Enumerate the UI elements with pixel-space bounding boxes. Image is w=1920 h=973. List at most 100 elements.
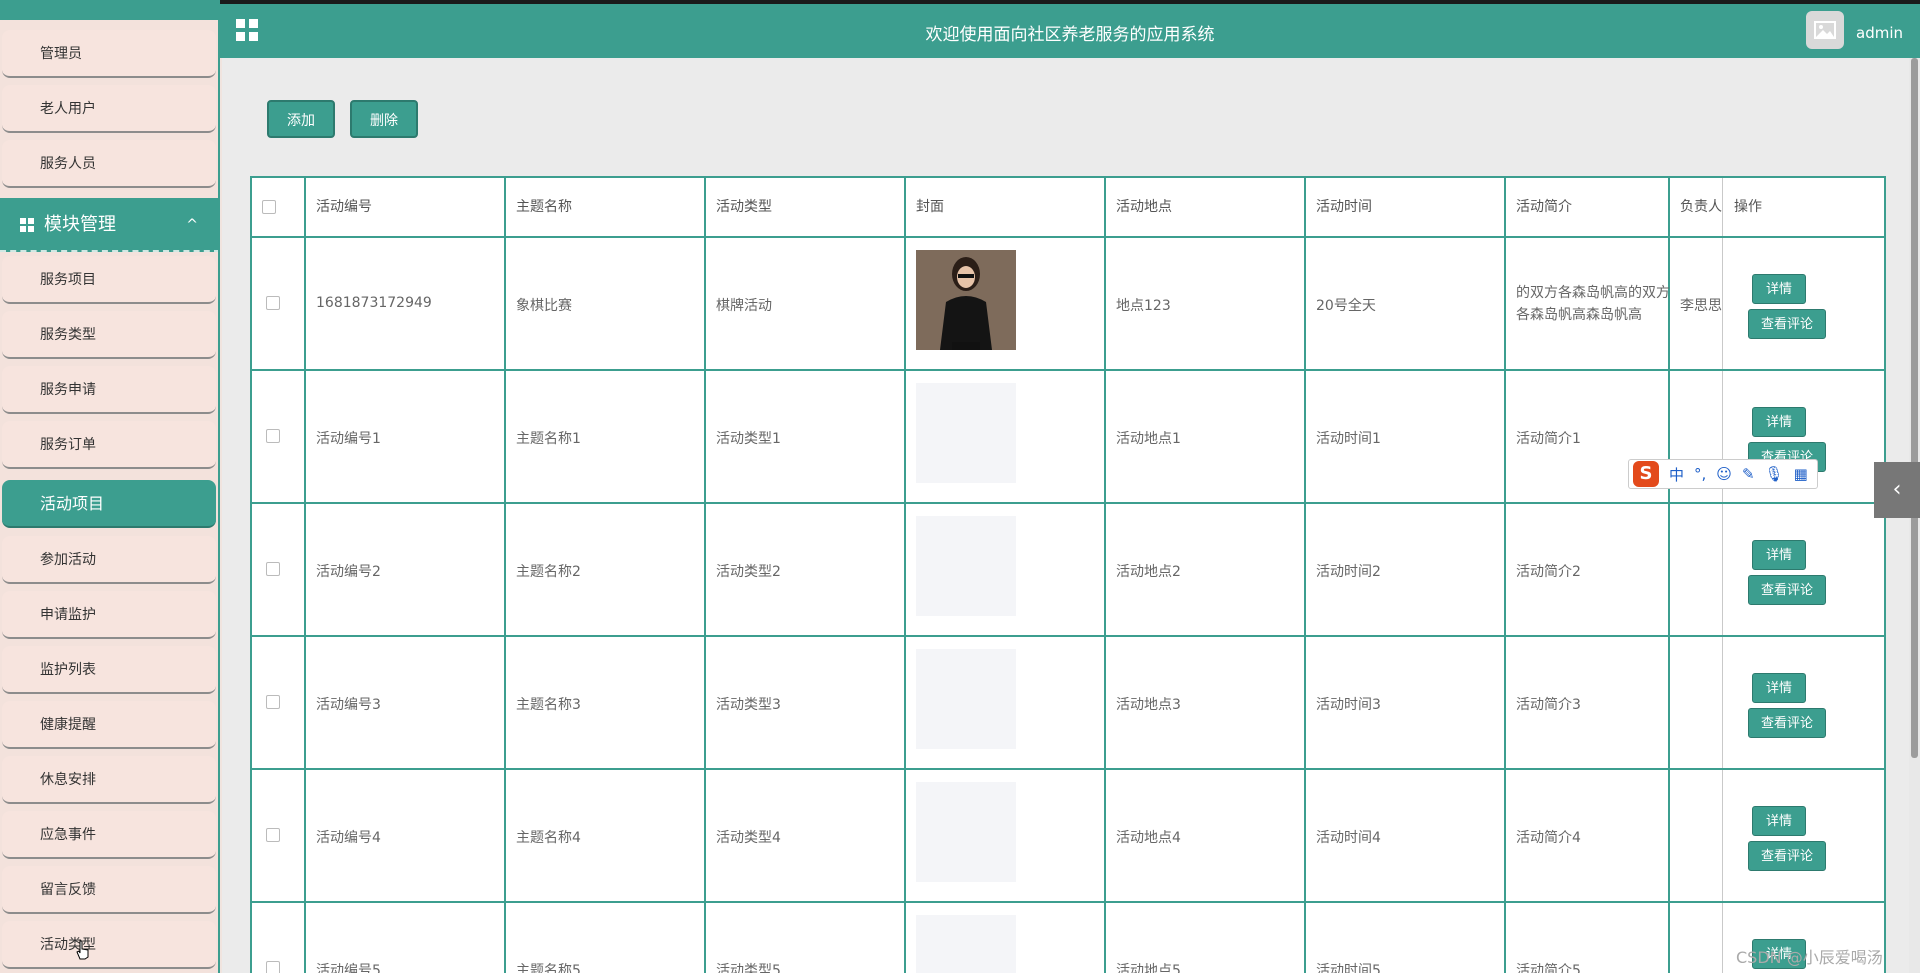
sidebar-item-service-staff[interactable]: 服务人员: [2, 140, 216, 188]
row-checkbox[interactable]: [266, 429, 280, 443]
detail-button[interactable]: 详情: [1752, 806, 1806, 836]
sidebar-item-service-orders[interactable]: 服务订单: [2, 421, 216, 469]
cover-placeholder[interactable]: [916, 915, 1016, 973]
pen-icon[interactable]: ✎: [1742, 465, 1755, 483]
main-content: 添加 删除 活动编号 主题名称 活动类型 封面 活动地点 活动时间 活动简介 负…: [222, 58, 1920, 973]
cover-placeholder[interactable]: [916, 782, 1016, 882]
sidebar-item-guardian-request[interactable]: 申请监护: [2, 591, 216, 639]
scrollbar-thumb[interactable]: [1911, 58, 1918, 758]
column-header[interactable]: 活动编号: [306, 178, 372, 236]
detail-button[interactable]: 详情: [1752, 673, 1806, 703]
column-header[interactable]: 活动时间: [1306, 178, 1372, 236]
cell-theme: 主题名称1: [516, 431, 581, 447]
row-checkbox[interactable]: [266, 296, 280, 310]
row-checkbox[interactable]: [266, 828, 280, 842]
row-divider: [252, 901, 1886, 903]
sidebar-item-guardian-list[interactable]: 监护列表: [2, 646, 216, 694]
collapse-panel-button[interactable]: ‹: [1874, 462, 1920, 518]
sidebar-item-label: 服务人员: [40, 156, 96, 172]
column-header[interactable]: 活动类型: [706, 178, 772, 236]
sidebar-item-label: 休息安排: [40, 772, 96, 788]
row-checkbox[interactable]: [266, 961, 280, 973]
person-photo-icon: [916, 250, 1016, 350]
sidebar-item-elderly-users[interactable]: 老人用户: [2, 85, 216, 133]
add-button[interactable]: 添加: [267, 100, 335, 138]
sidebar-item-label: 服务项目: [40, 272, 96, 288]
view-comments-button[interactable]: 查看评论: [1748, 309, 1826, 339]
cell-type: 棋牌活动: [716, 298, 772, 314]
sidebar-item-service-requests[interactable]: 服务申请: [2, 366, 216, 414]
cell-activity-id: 活动编号2: [316, 564, 381, 580]
detail-button[interactable]: 详情: [1752, 274, 1806, 304]
sidebar-item-label: 服务订单: [40, 437, 96, 453]
sidebar-item-health-reminder[interactable]: 健康提醒: [2, 701, 216, 749]
view-comments-button[interactable]: 查看评论: [1748, 575, 1826, 605]
column-header[interactable]: 主题名称: [506, 178, 572, 236]
cell-theme: 主题名称4: [516, 830, 581, 846]
column-header[interactable]: 封面: [906, 178, 944, 236]
select-all-checkbox[interactable]: [262, 200, 276, 214]
column-divider: [904, 178, 906, 973]
avatar[interactable]: [1806, 11, 1844, 49]
sidebar-item-admin[interactable]: 管理员: [2, 30, 216, 78]
sidebar-top-stub: [0, 0, 218, 20]
sidebar-item-emergency-events[interactable]: 应急事件: [2, 811, 216, 859]
column-header[interactable]: 活动地点: [1106, 178, 1172, 236]
cell-intro: 活动简介1: [1516, 431, 1581, 447]
detail-button[interactable]: 详情: [1752, 407, 1806, 437]
cell-time: 活动时间3: [1316, 697, 1381, 713]
username[interactable]: admin: [1856, 24, 1903, 42]
watermark: CSDN @小辰爱喝汤: [1736, 948, 1883, 967]
sidebar-item-label: 应急事件: [40, 827, 96, 843]
sidebar-item-activity-types[interactable]: 活动类型: [2, 921, 216, 969]
cover-photo[interactable]: [916, 250, 1016, 350]
cell-type: 活动类型2: [716, 564, 781, 580]
row-checkbox[interactable]: [266, 562, 280, 576]
sidebar-item-feedback[interactable]: 留言反馈: [2, 866, 216, 914]
cell-time: 活动时间5: [1316, 963, 1381, 973]
sidebar-item-service-projects[interactable]: 服务项目: [2, 256, 216, 304]
row-divider: [252, 768, 1886, 770]
row-divider: [252, 502, 1886, 504]
sidebar-item-rest-schedule[interactable]: 休息安排: [2, 756, 216, 804]
column-header[interactable]: 活动简介: [1506, 178, 1572, 236]
ime-toolbar[interactable]: S 中 °, ☺ ✎ 🎙 ▦: [1628, 459, 1818, 489]
sidebar-item-label: 老人用户: [40, 101, 96, 117]
sidebar-item-service-types[interactable]: 服务类型: [2, 311, 216, 359]
column-header: 操作: [1734, 199, 1762, 215]
toolbox-grid-icon[interactable]: ▦: [1794, 465, 1808, 483]
column-header[interactable]: 负责人: [1670, 178, 1722, 236]
cell-time: 活动时间1: [1316, 431, 1381, 447]
sidebar-item-join-activity[interactable]: 参加活动: [2, 536, 216, 584]
sidebar-item-label: 健康提醒: [40, 717, 96, 733]
view-comments-button[interactable]: 查看评论: [1748, 708, 1826, 738]
cell-owner: 李思思: [1680, 298, 1722, 314]
delete-button[interactable]: 删除: [350, 100, 418, 138]
ime-mode-indicator[interactable]: 中: [1669, 464, 1684, 485]
app-window: 管理员 老人用户 服务人员 模块管理 ^ 服务项目 服务类型 服务申请 服务订单…: [0, 0, 1920, 973]
cell-place: 地点123: [1116, 298, 1171, 314]
sidebar: 管理员 老人用户 服务人员 模块管理 ^ 服务项目 服务类型 服务申请 服务订单…: [0, 0, 220, 973]
emoji-icon[interactable]: ☺: [1716, 465, 1732, 483]
sidebar-item-activity-projects[interactable]: 活动项目: [2, 480, 216, 528]
view-comments-button[interactable]: 查看评论: [1748, 841, 1826, 871]
top-header: 欢迎使用面向社区养老服务的应用系统 admin: [220, 0, 1920, 58]
image-placeholder-icon: [1814, 21, 1836, 39]
sidebar-item-label: 留言反馈: [40, 882, 96, 898]
sidebar-item-label: 服务类型: [40, 327, 96, 343]
cell-activity-id: 活动编号3: [316, 697, 381, 713]
ime-punctuation-indicator[interactable]: °,: [1694, 465, 1706, 483]
cell-intro: 活动简介5: [1516, 963, 1581, 973]
cell-theme: 象棋比赛: [516, 298, 572, 314]
cover-placeholder[interactable]: [916, 516, 1016, 616]
cover-placeholder[interactable]: [916, 649, 1016, 749]
cell-activity-id: 活动编号5: [316, 963, 381, 973]
cell-theme: 主题名称2: [516, 564, 581, 580]
cover-placeholder[interactable]: [916, 383, 1016, 483]
cell-place: 活动地点5: [1116, 963, 1181, 973]
row-checkbox[interactable]: [266, 695, 280, 709]
sidebar-group-module-management[interactable]: 模块管理 ^: [0, 198, 218, 252]
detail-button[interactable]: 详情: [1752, 540, 1806, 570]
microphone-icon[interactable]: 🎙: [1765, 465, 1784, 483]
fixed-column-divider: [1722, 178, 1723, 973]
